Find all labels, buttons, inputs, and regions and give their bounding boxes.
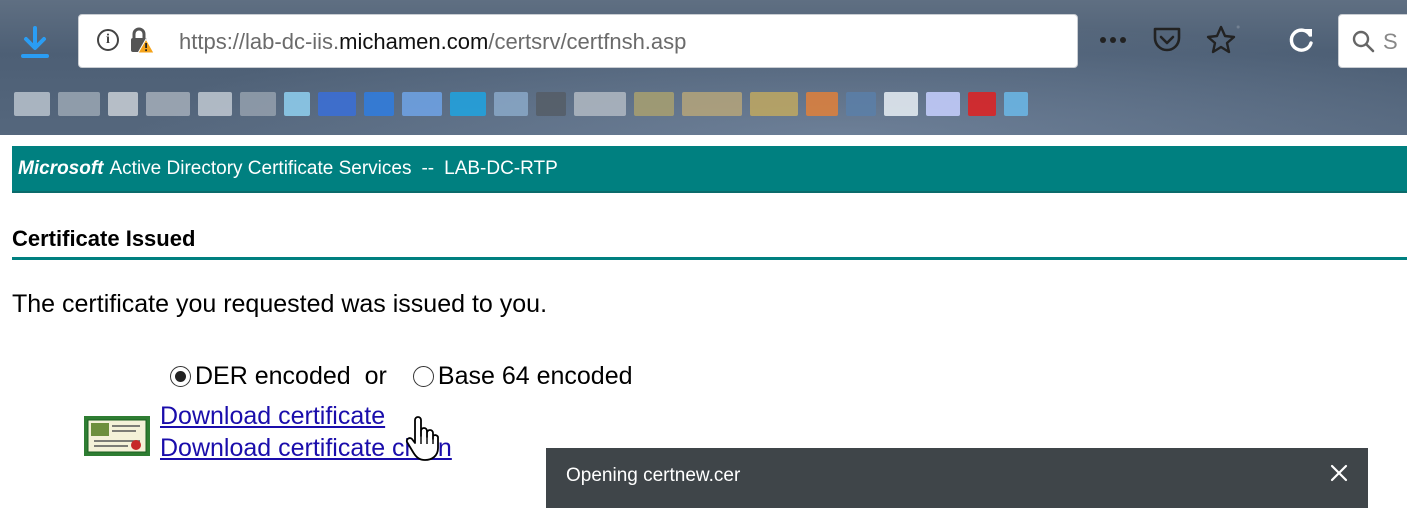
bookmark-item[interactable] bbox=[968, 92, 996, 116]
dialog-title: Opening certnew.cer bbox=[566, 465, 741, 486]
bookmark-item[interactable] bbox=[14, 92, 50, 116]
bookmark-item[interactable] bbox=[318, 92, 356, 116]
banner-separator: -- bbox=[421, 157, 435, 179]
banner-service: Active Directory Certificate Services bbox=[109, 157, 412, 179]
info-icon[interactable]: i bbox=[97, 29, 119, 51]
encoding-options: DER encoded or Base 64 encoded bbox=[170, 362, 633, 391]
bookmark-item[interactable] bbox=[450, 92, 486, 116]
url-host: michamen.com bbox=[339, 29, 489, 54]
url-path: /certsrv/certfnsh.asp bbox=[488, 29, 687, 54]
url-prefix: https://lab-dc-iis. bbox=[179, 29, 340, 54]
page-actions bbox=[1095, 20, 1239, 60]
url-text[interactable]: https://lab-dc-iis.michamen.com/certsrv/… bbox=[179, 29, 686, 55]
bookmark-item[interactable] bbox=[402, 92, 442, 116]
bookmark-item[interactable] bbox=[750, 92, 798, 116]
bookmark-item[interactable] bbox=[240, 92, 276, 116]
service-banner: Microsoft Active Directory Certificate S… bbox=[12, 146, 1407, 193]
base64-radio[interactable] bbox=[412, 366, 434, 387]
bookmark-star-icon[interactable] bbox=[1203, 22, 1239, 58]
hand-cursor-icon bbox=[405, 416, 441, 462]
bookmark-item[interactable] bbox=[846, 92, 876, 116]
reload-icon[interactable] bbox=[1283, 22, 1319, 58]
search-bar[interactable]: S bbox=[1338, 14, 1407, 68]
banner-brand: Microsoft bbox=[18, 157, 104, 179]
pocket-icon[interactable] bbox=[1149, 22, 1185, 58]
bookmark-item[interactable] bbox=[58, 92, 100, 116]
base64-label[interactable]: Base 64 encoded bbox=[438, 362, 633, 391]
browser-toolbar: i https://lab-dc-iis.michamen.com/certsr… bbox=[0, 0, 1407, 135]
bookmark-item[interactable] bbox=[536, 92, 566, 116]
bookmark-item[interactable] bbox=[926, 92, 960, 116]
search-icon bbox=[1352, 30, 1375, 53]
bookmark-item[interactable] bbox=[284, 92, 310, 116]
bookmark-item[interactable] bbox=[682, 92, 742, 116]
der-label[interactable]: DER encoded bbox=[195, 362, 351, 391]
bookmarks-toolbar bbox=[0, 82, 1407, 126]
banner-ca-name: LAB-DC-RTP bbox=[444, 157, 558, 179]
bookmark-item[interactable] bbox=[146, 92, 190, 116]
more-actions-icon[interactable] bbox=[1095, 22, 1131, 58]
bookmark-item[interactable] bbox=[198, 92, 232, 116]
bookmark-item[interactable] bbox=[108, 92, 138, 116]
title-divider bbox=[12, 257, 1407, 260]
url-bar[interactable]: i https://lab-dc-iis.michamen.com/certsr… bbox=[78, 14, 1078, 68]
search-placeholder: S bbox=[1383, 29, 1398, 54]
close-icon[interactable] bbox=[1324, 458, 1354, 488]
bookmark-item[interactable] bbox=[634, 92, 674, 116]
certificate-icon bbox=[82, 414, 152, 458]
insecure-lock-icon[interactable] bbox=[129, 27, 155, 55]
download-certificate-link[interactable]: Download certificate bbox=[160, 402, 385, 431]
der-radio[interactable] bbox=[170, 366, 191, 387]
page-title: Certificate Issued bbox=[12, 226, 196, 251]
download-icon[interactable] bbox=[20, 26, 50, 60]
bookmark-item[interactable] bbox=[1004, 92, 1028, 116]
issued-message: The certificate you requested was issued… bbox=[12, 290, 548, 318]
or-label: or bbox=[364, 362, 387, 390]
bookmark-item[interactable] bbox=[884, 92, 918, 116]
bookmark-item[interactable] bbox=[364, 92, 394, 116]
bookmark-item[interactable] bbox=[574, 92, 626, 116]
bookmark-item[interactable] bbox=[494, 92, 528, 116]
opening-file-dialog: Opening certnew.cer bbox=[546, 448, 1368, 508]
bookmark-item[interactable] bbox=[806, 92, 838, 116]
